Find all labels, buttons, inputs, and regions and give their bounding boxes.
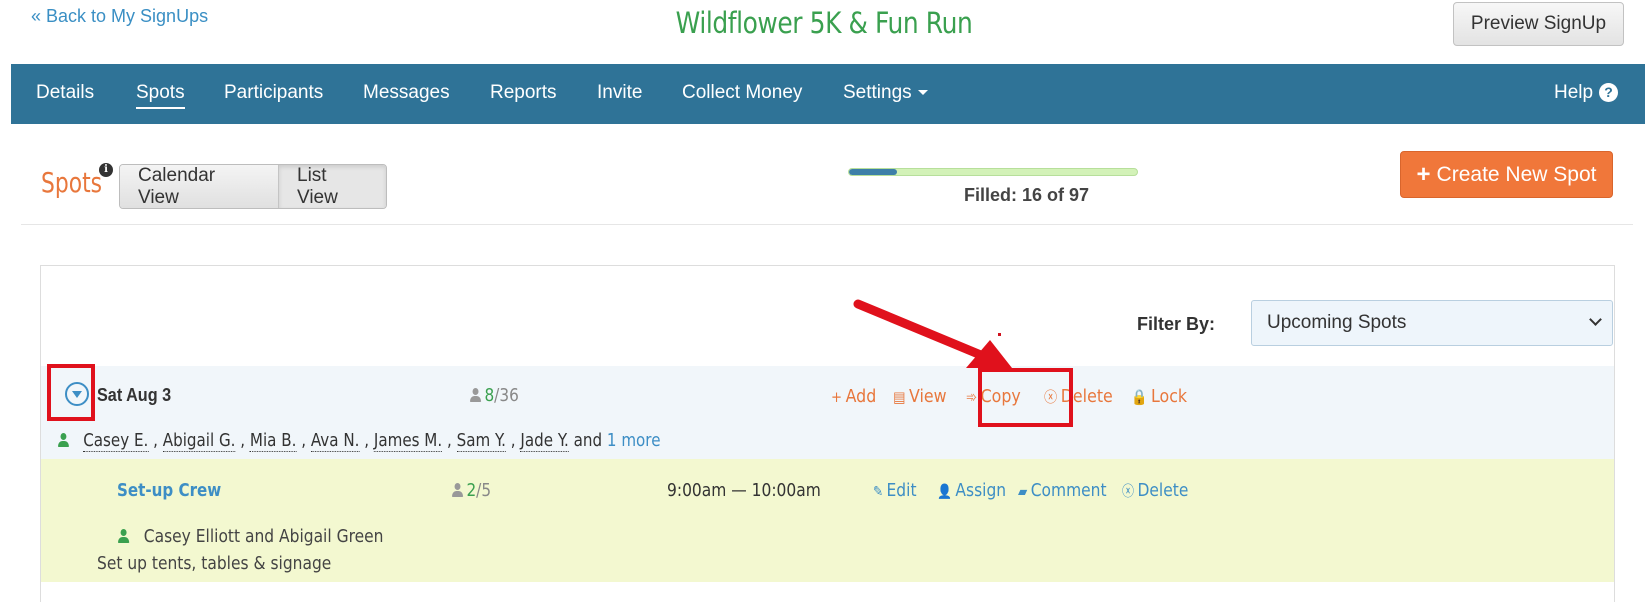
filter-label: Filter By: xyxy=(1137,314,1216,334)
comment-icon: ▰ xyxy=(1018,484,1028,500)
slot-participants: Casey Elliott and Abigail Green xyxy=(118,526,383,547)
divider xyxy=(21,224,1633,225)
calendar-view-button[interactable]: Calendar View xyxy=(120,165,279,208)
comment-action[interactable]: ▰ Comment xyxy=(1018,480,1107,501)
view-toggle: Calendar View List View xyxy=(119,164,387,209)
person-icon xyxy=(118,529,130,543)
chevron-down-icon xyxy=(1589,313,1602,326)
info-circle-icon[interactable]: i xyxy=(99,163,113,177)
user-icon: 👤 xyxy=(937,484,952,500)
annotation-dot xyxy=(998,333,1001,336)
more-participants-link[interactable]: 1 more xyxy=(607,430,661,451)
event-title: Wildflower 5K & Fun Run xyxy=(675,6,973,40)
plus-icon: + xyxy=(1416,160,1431,188)
main-nav: Details Spots Participants Messages Repo… xyxy=(11,64,1645,124)
caret-down-icon xyxy=(917,90,928,96)
slot-time: 9:00am — 10:00am xyxy=(667,480,821,501)
slot-count: 2/5 xyxy=(452,480,491,501)
nav-invite[interactable]: Invite xyxy=(597,64,642,124)
filled-count: Filled: 16 of 97 xyxy=(964,185,1090,205)
delete-action[interactable]: ⓧ Delete xyxy=(1044,386,1113,407)
nav-settings[interactable]: Settings xyxy=(843,64,928,124)
document-icon: ▤ xyxy=(893,388,906,406)
copy-action[interactable]: ➾ Copy xyxy=(966,386,1021,407)
plus-icon: + xyxy=(831,388,843,406)
person-icon xyxy=(470,388,482,402)
person-icon xyxy=(58,433,69,447)
copy-arrows-icon: ➾ xyxy=(966,388,978,406)
nav-collect-money[interactable]: Collect Money xyxy=(682,64,802,124)
edit-action[interactable]: ✎ Edit xyxy=(873,480,917,501)
circle-x-icon: ⓧ xyxy=(1044,388,1058,406)
nav-spots[interactable]: Spots xyxy=(136,64,185,124)
delete-slot-action[interactable]: ⓧ Delete xyxy=(1122,480,1188,501)
nav-participants[interactable]: Participants xyxy=(224,64,323,124)
circle-x-icon: ⓧ xyxy=(1122,484,1135,500)
assign-action[interactable]: 👤 Assign xyxy=(937,480,1006,501)
nav-details[interactable]: Details xyxy=(36,64,94,124)
date-label: Sat Aug 3 xyxy=(97,385,172,405)
participant-name[interactable]: James M. xyxy=(373,430,443,452)
list-view-button[interactable]: List View xyxy=(279,165,386,208)
preview-signup-button[interactable]: Preview SignUp xyxy=(1453,2,1624,46)
nav-help[interactable]: Help? xyxy=(1554,64,1619,124)
filled-progress-bar xyxy=(848,168,1138,176)
participant-name[interactable]: Mia B. xyxy=(249,430,297,452)
slot-description: Set up tents, tables & signage xyxy=(97,553,332,574)
slot-name-link[interactable]: Set-up Crew xyxy=(117,480,221,501)
lock-icon: 🔒 xyxy=(1131,388,1148,406)
question-circle-icon: ? xyxy=(1599,83,1619,102)
participant-name[interactable]: Sam Y. xyxy=(456,430,506,452)
collapse-circle-icon[interactable] xyxy=(65,382,89,406)
pencil-icon: ✎ xyxy=(873,484,884,500)
nav-reports[interactable]: Reports xyxy=(490,64,557,124)
lock-action[interactable]: 🔒 Lock xyxy=(1131,386,1187,407)
view-action[interactable]: ▤ View xyxy=(893,386,947,407)
progress-fill xyxy=(849,169,897,175)
spots-heading: Spots xyxy=(41,166,103,199)
add-action[interactable]: + Add xyxy=(831,386,876,407)
create-new-spot-button[interactable]: + Create New Spot xyxy=(1400,151,1613,198)
participant-name[interactable]: Jade Y. xyxy=(520,430,569,452)
participant-name[interactable]: Ava N. xyxy=(310,430,360,452)
nav-messages[interactable]: Messages xyxy=(363,64,450,124)
participant-name[interactable]: Abigail G. xyxy=(162,430,236,452)
person-icon xyxy=(452,483,464,497)
date-spot-count: 8/36 xyxy=(470,385,519,406)
participant-name[interactable]: Casey E. xyxy=(83,430,149,452)
filter-select[interactable]: Upcoming Spots xyxy=(1251,300,1613,346)
participant-list: Casey E. , Abigail G. , Mia B. , Ava N. … xyxy=(58,430,661,452)
